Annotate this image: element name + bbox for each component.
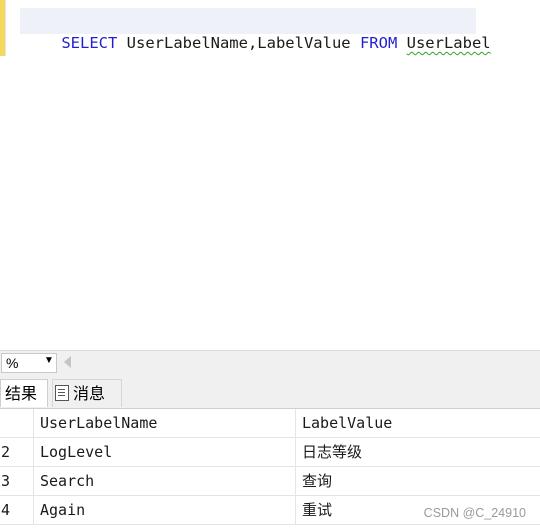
zoom-bar: % ▼ [0,350,540,375]
sql-query-line[interactable]: SELECT UserLabelName,LabelValue FROM Use… [20,8,491,52]
header-userlabelname[interactable]: UserLabelName [34,409,296,437]
cell-userlabelname[interactable]: Search [34,467,296,495]
cell-labelvalue[interactable]: 查询 [296,467,540,495]
chevron-down-icon[interactable]: ▼ [44,355,54,366]
table-row[interactable]: 3 Search 查询 [0,467,540,496]
sql-table-name: UserLabel [406,34,491,52]
cell-userlabelname[interactable]: Again [34,496,296,524]
row-number[interactable]: 3 [0,467,34,495]
grid-header-row: UserLabelName LabelValue [0,409,540,438]
results-tab-strip: 结果 消息 [0,375,540,409]
tab-results-label: 结果 [5,384,38,403]
sql-space [397,34,406,52]
cell-labelvalue[interactable]: 日志等级 [296,438,540,466]
tab-results[interactable]: 结果 [0,379,48,407]
scroll-left-icon[interactable] [64,356,71,368]
header-row-number[interactable] [0,409,34,437]
sql-keyword-from: FROM [359,34,398,52]
editor-gutter-line [5,0,6,56]
zoom-value: % [6,355,19,371]
table-row[interactable]: 2 LogLevel 日志等级 [0,438,540,467]
sql-column-list: UserLabelName,LabelValue [117,34,360,52]
tab-messages-label: 消息 [73,384,106,403]
watermark-text: CSDN @C_24910 [423,506,526,520]
row-number[interactable]: 4 [0,496,34,524]
cell-userlabelname[interactable]: LogLevel [34,438,296,466]
sql-keyword-select: SELECT [61,34,118,52]
query-editor[interactable]: SELECT UserLabelName,LabelValue FROM Use… [0,0,540,350]
row-number[interactable]: 2 [0,438,34,466]
header-labelvalue[interactable]: LabelValue [296,409,540,437]
message-icon [55,385,69,401]
zoom-dropdown[interactable]: % ▼ [1,353,57,373]
tab-messages[interactable]: 消息 [52,379,122,407]
results-grid: UserLabelName LabelValue 2 LogLevel 日志等级… [0,409,540,528]
